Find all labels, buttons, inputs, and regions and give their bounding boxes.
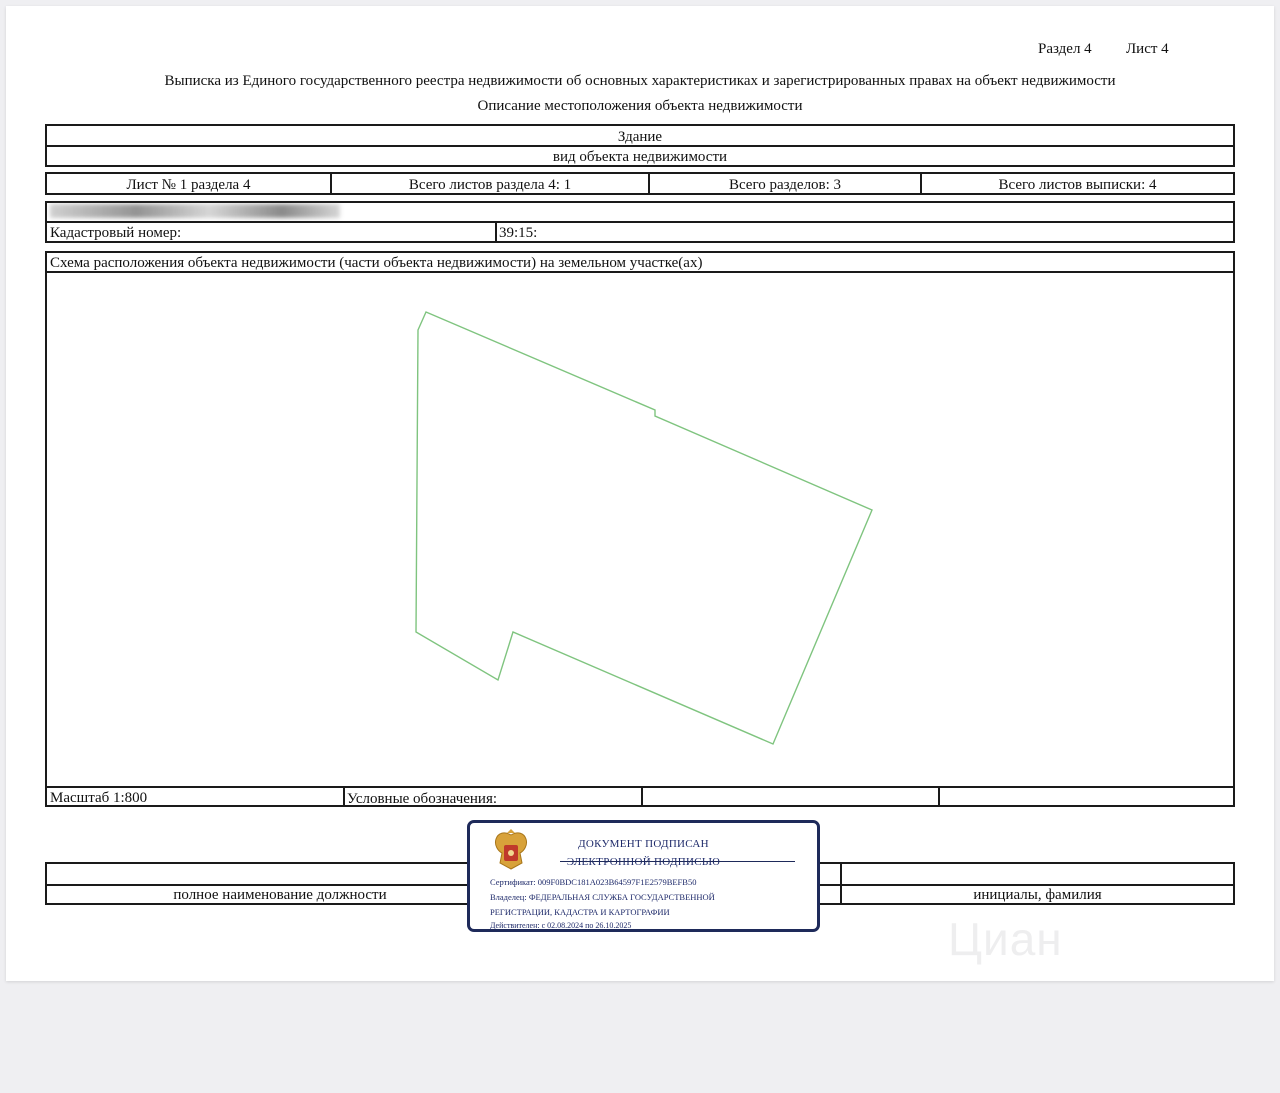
stamp-owner-line1: Владелец: ФЕДЕРАЛЬНАЯ СЛУЖБА ГОСУДАРСТВЕ… xyxy=(490,892,715,902)
electronic-signature-stamp: ДОКУМЕНТ ПОДПИСАН ЭЛЕКТРОННОЙ ПОДПИСЬЮ С… xyxy=(467,820,820,932)
stamp-validity: Действителен: с 02.08.2024 по 26.10.2025 xyxy=(490,921,632,930)
position-caption: полное наименование должности xyxy=(173,887,387,903)
stamp-line2: ЭЛЕКТРОННОЙ ПОДПИСЬЮ xyxy=(566,856,721,868)
stamp-divider xyxy=(560,861,795,862)
stamp-line1: ДОКУМЕНТ ПОДПИСАН xyxy=(578,838,709,850)
watermark: Циан xyxy=(948,913,1063,965)
name-caption: инициалы, фамилия xyxy=(973,887,1102,903)
stamp-certificate: Сертификат: 009F0BDC181A023B64597F1E2579… xyxy=(490,877,697,887)
building-outline xyxy=(415,311,873,745)
stamp-owner-line2: РЕГИСТРАЦИИ, КАДАСТРА И КАРТОГРАФИИ xyxy=(490,907,670,917)
